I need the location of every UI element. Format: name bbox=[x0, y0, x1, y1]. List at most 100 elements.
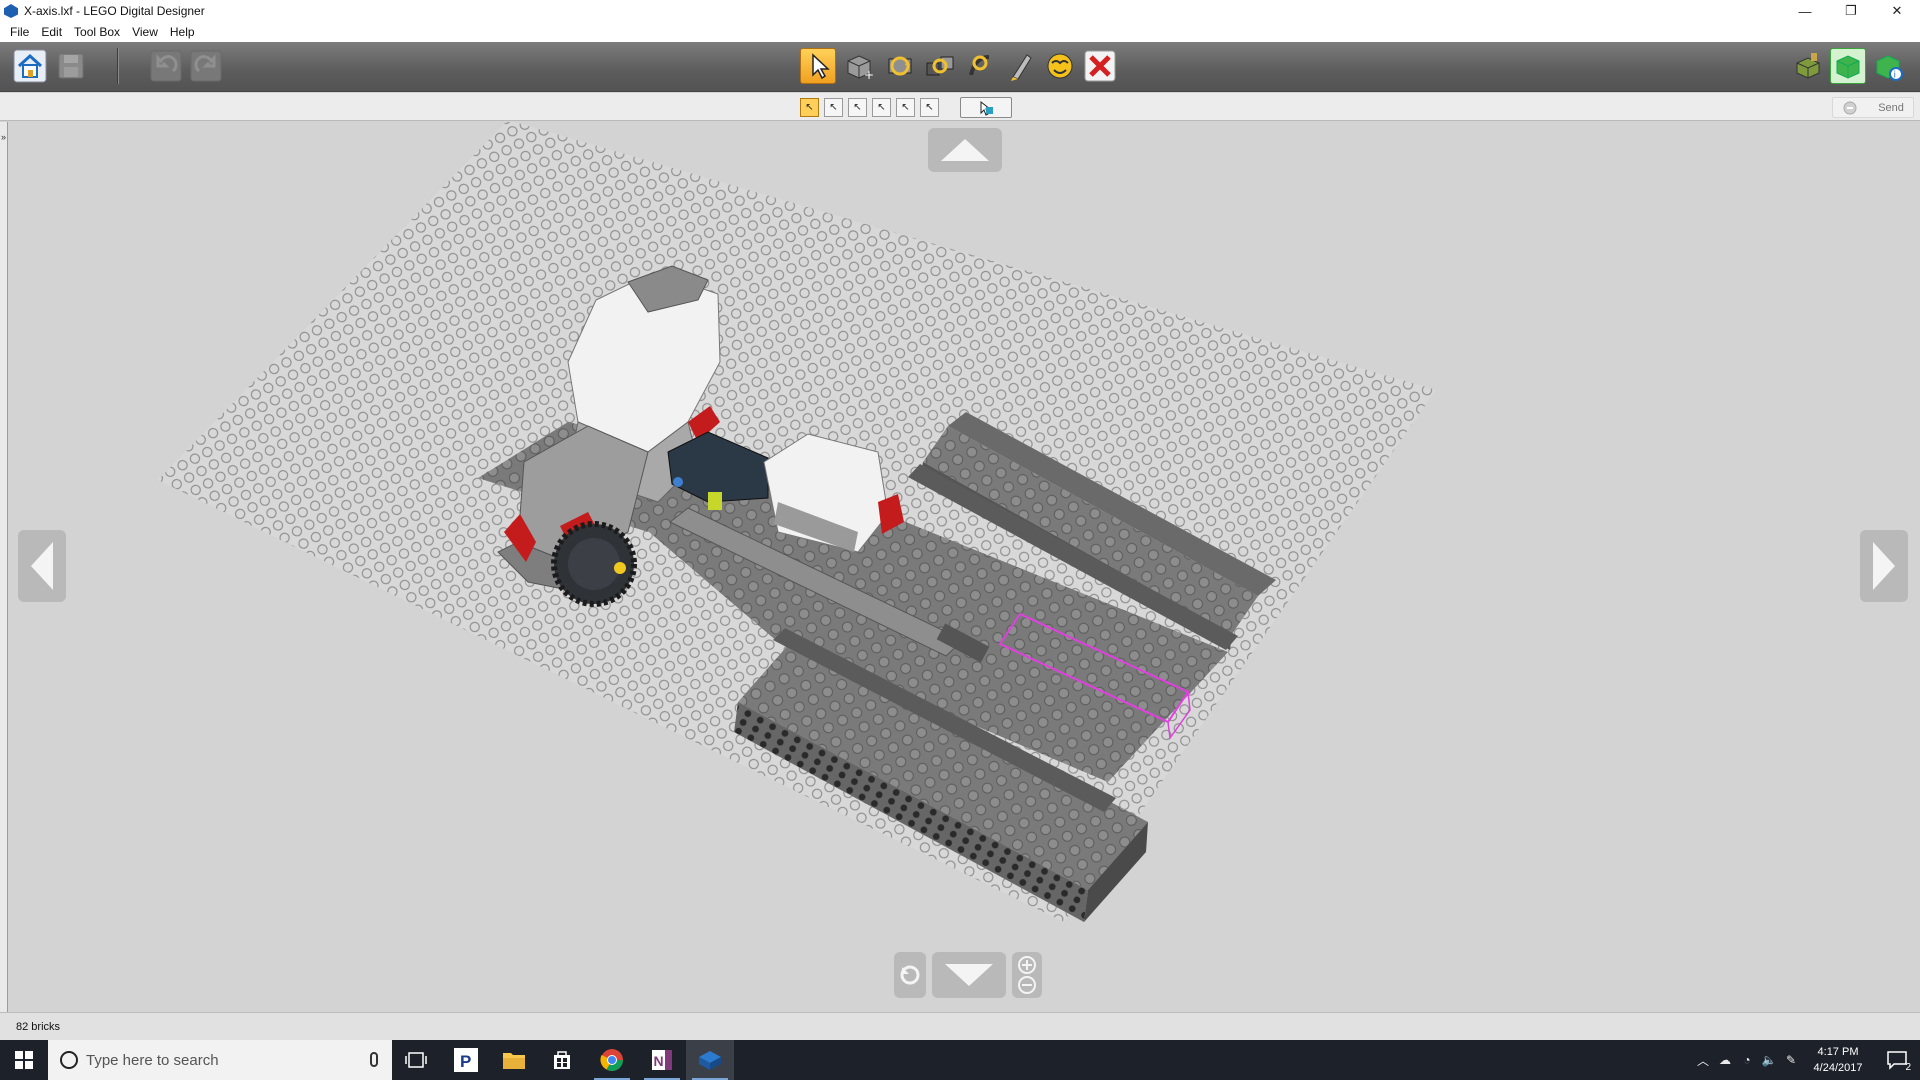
hinge-tool-button[interactable] bbox=[882, 48, 918, 84]
onedrive-icon[interactable]: ☁ bbox=[1714, 1040, 1736, 1080]
clock-date: 4/24/2017 bbox=[1813, 1062, 1863, 1074]
clone-tool-button[interactable]: + bbox=[841, 48, 877, 84]
wifi-icon[interactable]: ◔ bbox=[1736, 1040, 1758, 1080]
invert-select-button[interactable]: ↖ bbox=[920, 98, 939, 117]
restore-button[interactable]: ❐ bbox=[1828, 0, 1874, 22]
selection-toolbar: ↖ ↖ ↖ ↖ ↖ ↖ Send bbox=[0, 93, 1920, 121]
close-window-button[interactable]: ✕ bbox=[1874, 0, 1920, 22]
main-toolbar: + i bbox=[0, 42, 1920, 92]
send-icon bbox=[1843, 101, 1857, 114]
search-placeholder: Type here to search bbox=[86, 1051, 219, 1069]
minimize-button[interactable]: — bbox=[1782, 0, 1828, 22]
reset-view-button[interactable] bbox=[894, 952, 926, 998]
taskbar-app-chrome[interactable] bbox=[588, 1040, 636, 1080]
microphone-icon[interactable] bbox=[370, 1052, 378, 1067]
taskbar-app-pandora[interactable]: P bbox=[442, 1040, 490, 1080]
svg-text:i: i bbox=[1894, 71, 1897, 81]
paint-tool-icon bbox=[1011, 54, 1032, 81]
group-select-button[interactable] bbox=[960, 97, 1012, 118]
window-title: X-axis.lxf - LEGO Digital Designer bbox=[24, 4, 205, 18]
axle-pin[interactable] bbox=[708, 492, 722, 510]
taskbar-app-lego-digital-designer[interactable] bbox=[686, 1040, 734, 1080]
window-controls: — ❐ ✕ bbox=[1782, 0, 1920, 22]
invert-select-icon: ↖ bbox=[925, 102, 934, 113]
connected-select-icon: ↖ bbox=[853, 102, 862, 113]
home-button[interactable] bbox=[12, 48, 48, 84]
action-center-button[interactable]: 2 bbox=[1874, 1040, 1920, 1080]
single-select-icon: ↖ bbox=[805, 102, 814, 113]
rotate-reset-icon bbox=[900, 965, 920, 985]
single-select-button[interactable]: ↖ bbox=[800, 98, 819, 117]
taskbar-app-explorer[interactable] bbox=[490, 1040, 538, 1080]
menu-bar: File Edit Tool Box View Help bbox=[0, 22, 1920, 42]
undo-button[interactable] bbox=[148, 48, 184, 84]
save-button[interactable] bbox=[53, 48, 89, 84]
toolbar-divider bbox=[117, 48, 118, 84]
home-icon bbox=[13, 49, 47, 83]
svg-text:+: + bbox=[864, 68, 874, 82]
redo-icon bbox=[190, 50, 222, 82]
start-button[interactable] bbox=[0, 1040, 48, 1080]
view-mode-icon bbox=[1836, 55, 1860, 79]
show-hidden-icons[interactable]: ︿ bbox=[1692, 1040, 1714, 1080]
cortana-icon bbox=[60, 1051, 78, 1069]
menu-help[interactable]: Help bbox=[164, 25, 201, 39]
taskbar-app-onenote[interactable]: N bbox=[638, 1040, 686, 1080]
color-select-button[interactable]: ↖ bbox=[872, 98, 891, 117]
hinge-align-tool-button[interactable] bbox=[922, 48, 958, 84]
zoom-in-icon[interactable] bbox=[1017, 955, 1037, 975]
save-icon bbox=[58, 53, 84, 79]
orbit-down-button[interactable] bbox=[932, 952, 1006, 998]
connected-select-button[interactable]: ↖ bbox=[848, 98, 867, 117]
delete-tool-button[interactable] bbox=[1082, 48, 1118, 84]
task-view-button[interactable] bbox=[392, 1040, 440, 1080]
shape-select-button[interactable]: ↖ bbox=[896, 98, 915, 117]
paint-tool-button[interactable] bbox=[1002, 48, 1038, 84]
building-guide-icon: i bbox=[1876, 55, 1903, 81]
hinge-tool-icon bbox=[888, 56, 912, 76]
color-select-icon: ↖ bbox=[877, 102, 886, 113]
select-tool-button[interactable] bbox=[800, 48, 836, 84]
gear-wheel[interactable] bbox=[551, 521, 637, 607]
zoom-control[interactable] bbox=[1012, 952, 1042, 998]
taskbar-clock[interactable]: 4:17 PM 4/24/2017 bbox=[1802, 1044, 1874, 1076]
file-explorer-icon bbox=[503, 1053, 525, 1069]
delete-tool-icon bbox=[1084, 50, 1116, 82]
menu-edit[interactable]: Edit bbox=[35, 25, 68, 39]
redo-button[interactable] bbox=[188, 48, 224, 84]
building-guide-button[interactable]: i bbox=[1870, 48, 1906, 84]
windows-logo-icon bbox=[15, 1051, 33, 1069]
brick-count: 82 bricks bbox=[16, 1020, 61, 1033]
zoom-out-icon[interactable] bbox=[1017, 975, 1037, 995]
taskbar-app-store[interactable] bbox=[538, 1040, 586, 1080]
orbit-right-button[interactable] bbox=[1860, 530, 1908, 602]
arrow-down-icon bbox=[945, 964, 993, 986]
arrow-up-icon bbox=[941, 139, 989, 161]
build-mode-button[interactable] bbox=[1790, 48, 1826, 84]
orbit-left-button[interactable] bbox=[18, 530, 66, 602]
hide-tool-button[interactable] bbox=[1042, 48, 1078, 84]
build-mode-icon bbox=[1796, 53, 1820, 79]
menu-toolbox[interactable]: Tool Box bbox=[68, 25, 126, 39]
taskbar-search[interactable]: Type here to search bbox=[48, 1040, 392, 1080]
group-select-icon bbox=[980, 100, 993, 116]
scene-3d[interactable] bbox=[8, 122, 1920, 1012]
brick-palette-collapsed[interactable]: » bbox=[0, 122, 8, 1012]
multi-select-icon: ↖ bbox=[829, 102, 838, 113]
svg-text:P: P bbox=[460, 1052, 471, 1071]
clock-time: 4:17 PM bbox=[1817, 1046, 1859, 1058]
volume-icon[interactable]: 🔈 bbox=[1758, 1040, 1780, 1080]
menu-view[interactable]: View bbox=[126, 25, 164, 39]
build-canvas[interactable] bbox=[8, 122, 1920, 1012]
status-bar: 82 bricks bbox=[0, 1012, 1920, 1040]
menu-file[interactable]: File bbox=[4, 25, 35, 39]
window-titlebar: X-axis.lxf - LEGO Digital Designer — ❐ ✕ bbox=[0, 0, 1920, 22]
flex-tool-button[interactable] bbox=[962, 48, 998, 84]
pen-icon[interactable]: ✎ bbox=[1780, 1040, 1802, 1080]
view-mode-button[interactable] bbox=[1830, 48, 1866, 84]
send-button[interactable]: Send bbox=[1832, 97, 1914, 118]
expand-palette-icon[interactable]: » bbox=[1, 132, 6, 142]
orbit-up-button[interactable] bbox=[928, 128, 1002, 172]
multi-select-button[interactable]: ↖ bbox=[824, 98, 843, 117]
pandora-icon: P bbox=[454, 1048, 478, 1072]
